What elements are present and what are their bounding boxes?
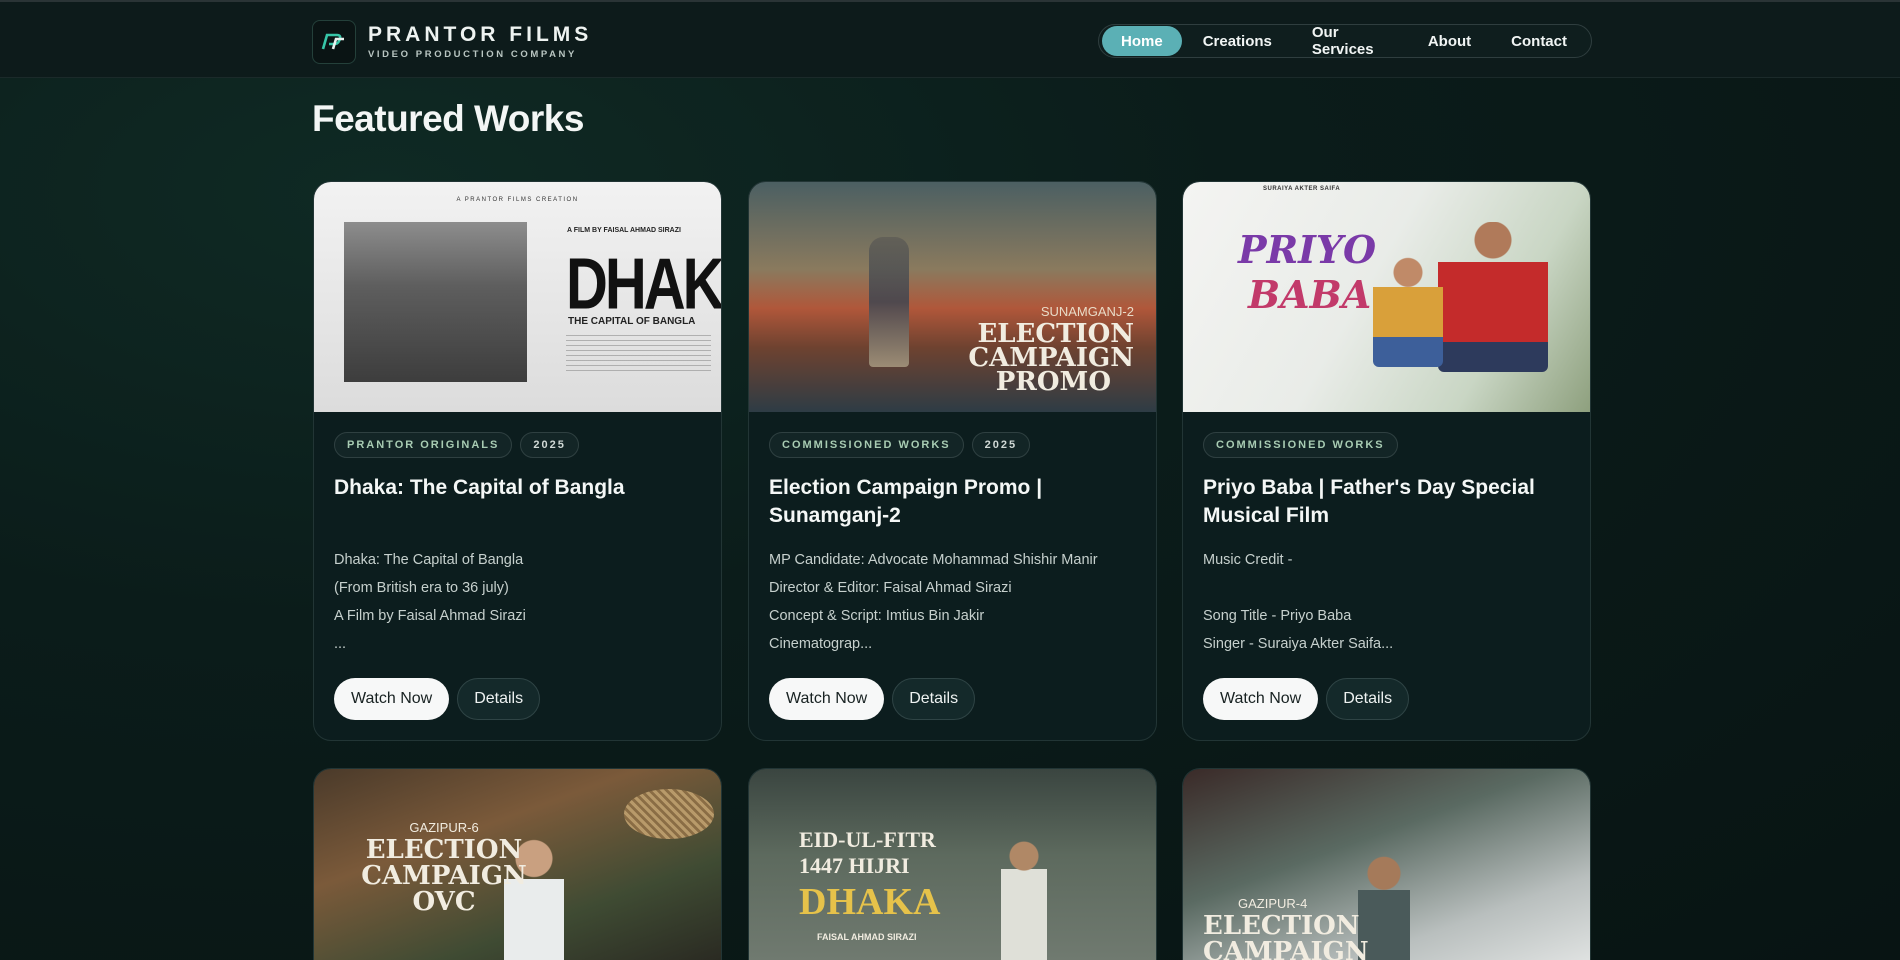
work-thumbnail[interactable]: GAZIPUR-4 ELECTION CAMPAIGN: [1183, 769, 1590, 960]
poster-subtitle: THE CAPITAL OF BANGLA: [568, 316, 696, 327]
poster-line: ELECTION: [365, 835, 523, 865]
desc-line: MP Candidate: Advocate Mohammad Shishir …: [769, 552, 1098, 568]
poster-line: DHAKA: [799, 881, 941, 923]
card-title-line: Election Campaign Promo |: [769, 476, 1043, 499]
page-title: Featured Works: [312, 98, 584, 139]
brand-logo-icon: [312, 20, 356, 64]
poster-credits-block: [566, 335, 711, 375]
desc-line: Dhaka: The Capital of Bangla: [334, 552, 524, 568]
main-nav: Home Creations Our Services About Contac…: [1098, 24, 1592, 58]
work-card: GAZIPUR-6 ELECTION CAMPAIGN OVC: [313, 768, 722, 960]
poster-line: GAZIPUR-4: [1238, 896, 1308, 911]
poster-line: CAMPAIGN: [361, 861, 527, 891]
desc-line: [1203, 574, 1570, 602]
year-tag: 2025: [971, 432, 1031, 458]
card-title-line: Sunamganj-2: [769, 504, 901, 527]
brand-name: PRANTOR FILMS: [368, 23, 593, 46]
desc-line: Music Credit -: [1203, 552, 1293, 568]
card-title[interactable]: Election Campaign Promo | Sunamganj-2: [769, 474, 1136, 530]
desc-line: Song Title - Priyo Baba: [1203, 608, 1352, 624]
work-thumbnail[interactable]: GAZIPUR-6 ELECTION CAMPAIGN OVC: [314, 769, 721, 960]
category-tag: COMMISSIONED WORKS: [769, 432, 964, 458]
desc-line: Concept & Script: Imtius Bin Jakir: [769, 608, 985, 624]
poster-line: 1447 HIJRI: [799, 853, 910, 878]
work-thumbnail[interactable]: SUNAMGANJ-2 ELECTION CAMPAIGN PROMO: [749, 182, 1156, 412]
work-thumbnail[interactable]: A PRANTOR FILMS CREATION A FILM BY FAISA…: [314, 182, 721, 412]
poster-line: GAZIPUR-6: [409, 820, 479, 835]
nav-contact[interactable]: Contact: [1492, 26, 1586, 56]
card-description: Dhaka: The Capital of Bangla (From Briti…: [334, 546, 701, 658]
farmer-figure: [869, 237, 909, 367]
card-description: MP Candidate: Advocate Mohammad Shishir …: [769, 546, 1136, 658]
brand-tagline: VIDEO PRODUCTION COMPANY: [368, 49, 577, 60]
category-tag: COMMISSIONED WORKS: [1203, 432, 1398, 458]
work-card: SUNAMGANJ-2 ELECTION CAMPAIGN PROMO COMM…: [748, 181, 1157, 741]
desc-line: Director & Editor: Faisal Ahmad Sirazi: [769, 580, 1012, 596]
card-title-line: Priyo Baba | Father's Day Special: [1203, 476, 1535, 499]
child-figure: [1373, 257, 1443, 367]
poster-line: ELECTION: [1203, 911, 1360, 941]
poster-title: PRIYO: [1238, 227, 1377, 272]
work-card: GAZIPUR-4 ELECTION CAMPAIGN: [1182, 768, 1591, 960]
work-card: SURAIYA AKTER SAIFA PRIYO BABA COMMISSIO…: [1182, 181, 1591, 741]
nav-creations[interactable]: Creations: [1184, 26, 1291, 56]
poster-line: OVC: [412, 887, 476, 917]
details-button[interactable]: Details: [1326, 678, 1410, 720]
desc-line: Singer - Suraiya Akter Saifa...: [1203, 636, 1394, 652]
brand[interactable]: PRANTOR FILMS VIDEO PRODUCTION COMPANY: [312, 20, 592, 64]
poster-caption: SURAIYA AKTER SAIFA: [1263, 186, 1341, 192]
basket: [624, 789, 714, 839]
details-button[interactable]: Details: [892, 678, 976, 720]
card-title-line: Musical Film: [1203, 504, 1330, 527]
poster-caption: A PRANTOR FILMS CREATION: [456, 197, 579, 203]
top-navbar: PRANTOR FILMS VIDEO PRODUCTION COMPANY H…: [0, 0, 1900, 78]
nav-home[interactable]: Home: [1102, 26, 1182, 56]
card-title[interactable]: Priyo Baba | Father's Day Special Musica…: [1203, 474, 1570, 530]
desc-line: ...: [334, 636, 347, 652]
poster-line: EID-UL-FITR: [799, 827, 936, 852]
poster-line: SUNAMGANJ-2: [1040, 304, 1134, 319]
poster-title: DHAKA: [566, 243, 721, 325]
desc-line: Cinematograp...: [769, 636, 873, 652]
nav-our-services[interactable]: Our Services: [1293, 24, 1407, 58]
poster-line: CAMPAIGN: [1203, 937, 1369, 960]
card-title[interactable]: Dhaka: The Capital of Bangla: [334, 474, 701, 530]
year-tag: 2025: [520, 432, 579, 458]
details-button[interactable]: Details: [457, 678, 541, 720]
work-card: EID-UL-FITR 1447 HIJRI DHAKA FAISAL AHMA…: [748, 768, 1157, 960]
father-figure: [1438, 222, 1548, 372]
work-thumbnail[interactable]: EID-UL-FITR 1447 HIJRI DHAKA FAISAL AHMA…: [749, 769, 1156, 960]
work-thumbnail[interactable]: SURAIYA AKTER SAIFA PRIYO BABA: [1183, 182, 1590, 412]
nav-about[interactable]: About: [1409, 26, 1490, 56]
poster-credit: A FILM BY FAISAL AHMAD SIRAZI: [567, 227, 681, 234]
poster-line: FAISAL AHMAD SIRAZI: [817, 932, 917, 942]
person-figure: [1001, 839, 1047, 960]
poster-line: PROMO: [995, 367, 1111, 397]
poster-title: BABA: [1248, 272, 1372, 317]
work-card: A PRANTOR FILMS CREATION A FILM BY FAISA…: [313, 181, 722, 741]
watch-now-button[interactable]: Watch Now: [769, 678, 885, 720]
category-tag: PRANTOR ORIGINALS: [334, 432, 513, 458]
watch-now-button[interactable]: Watch Now: [1203, 678, 1319, 720]
card-description: Music Credit - Song Title - Priyo Baba S…: [1203, 546, 1570, 658]
desc-line: (From British era to 36 july): [334, 580, 509, 596]
desc-line: A Film by Faisal Ahmad Sirazi: [334, 608, 526, 624]
poster-photo: [344, 222, 527, 382]
watch-now-button[interactable]: Watch Now: [334, 678, 450, 720]
card-title-line: Dhaka: The Capital of Bangla: [334, 476, 625, 499]
